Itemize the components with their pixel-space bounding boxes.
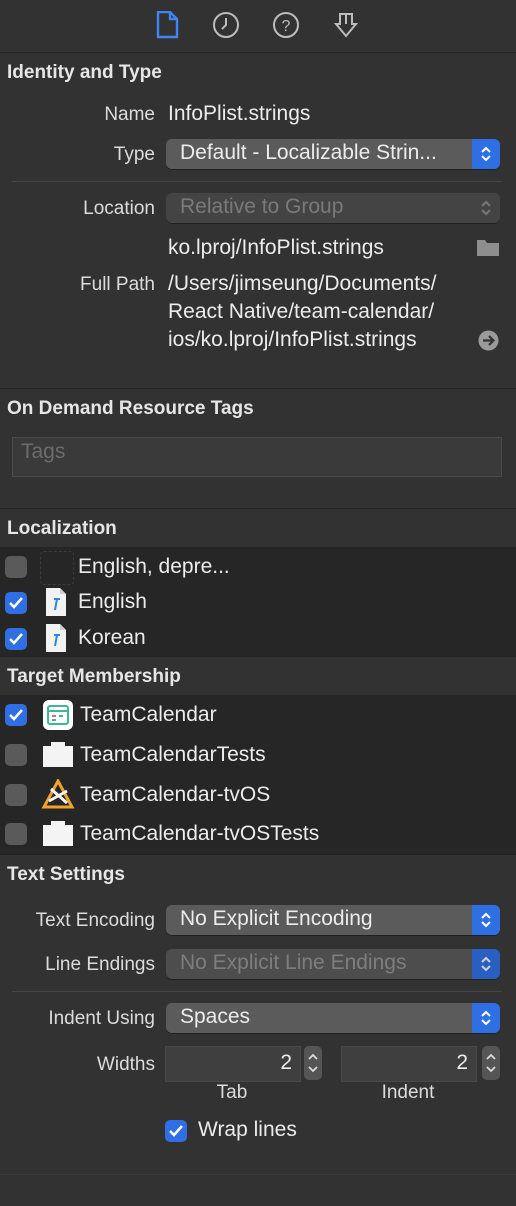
localization-label: English, depre... — [78, 555, 230, 578]
chevron-up-down-icon — [472, 905, 500, 935]
file-type-popup[interactable]: Default - Localizable Strin... — [166, 139, 500, 169]
indent-width-value: 2 — [456, 1051, 468, 1074]
chevron-up-down-icon — [472, 1003, 500, 1033]
tvos-app-icon — [41, 777, 75, 814]
location-value: Relative to Group — [180, 195, 344, 218]
target-label: TeamCalendar-tvOSTests — [80, 822, 320, 845]
target-label: TeamCalendarTests — [80, 743, 266, 766]
target-label: TeamCalendar-tvOS — [80, 783, 271, 806]
section-title-text-settings: Text Settings — [7, 864, 125, 885]
text-encoding-popup[interactable]: No Explicit Encoding — [166, 905, 500, 935]
localization-checkbox[interactable] — [5, 592, 27, 614]
localization-label: English — [78, 590, 147, 613]
tab-width-value: 2 — [280, 1051, 292, 1074]
identity-icon[interactable] — [331, 10, 361, 40]
test-bundle-icon — [42, 819, 74, 852]
file-name-value[interactable]: InfoPlist.strings — [168, 102, 310, 126]
full-path-line: ios/ko.lproj/InfoPlist.strings — [168, 328, 417, 351]
indent-using-value: Spaces — [180, 1005, 251, 1028]
section-divider — [0, 1174, 516, 1175]
type-label: Type — [113, 144, 155, 165]
line-endings-value: No Explicit Line Endings — [180, 951, 407, 974]
full-path-line: /Users/jimseung/Documents/ — [168, 272, 437, 295]
section-divider — [0, 508, 516, 509]
chevron-up-down-icon — [472, 949, 500, 979]
svg-text:?: ? — [282, 18, 291, 35]
section-divider — [0, 388, 516, 389]
file-inspector-icon[interactable] — [152, 10, 182, 40]
test-bundle-icon — [42, 740, 74, 773]
localization-checkbox[interactable] — [5, 556, 27, 578]
file-type-value: Default - Localizable Strin... — [180, 141, 437, 164]
wrap-lines-checkbox[interactable] — [165, 1120, 187, 1142]
tags-field[interactable]: Tags — [12, 437, 502, 477]
line-endings-label: Line Endings — [45, 954, 155, 975]
chevron-up-down-icon — [472, 139, 500, 169]
strings-file-icon — [44, 623, 68, 658]
tab-width-stepper[interactable] — [304, 1046, 322, 1080]
section-title-identity: Identity and Type — [7, 62, 162, 83]
reveal-in-finder-icon[interactable] — [478, 330, 499, 356]
target-checkbox[interactable] — [5, 823, 27, 845]
tab-caption: Tab — [216, 1082, 248, 1103]
help-icon[interactable]: ? — [271, 10, 301, 40]
target-label: TeamCalendar — [80, 703, 217, 726]
location-label: Location — [83, 198, 155, 219]
tab-width-field[interactable]: 2 — [165, 1046, 301, 1082]
full-path-line: React Native/team-calendar/ — [168, 300, 435, 323]
target-checkbox[interactable] — [5, 744, 27, 766]
folder-icon[interactable] — [476, 237, 500, 262]
section-divider — [0, 656, 516, 657]
divider — [12, 991, 502, 992]
section-title-localization: Localization — [7, 518, 117, 539]
tags-placeholder: Tags — [21, 440, 66, 463]
section-title-on-demand: On Demand Resource Tags — [7, 398, 254, 419]
strings-file-icon — [44, 587, 68, 622]
line-endings-popup[interactable]: No Explicit Line Endings — [166, 949, 500, 979]
target-checkbox[interactable] — [5, 784, 27, 806]
section-title-target-membership: Target Membership — [7, 666, 181, 687]
text-encoding-value: No Explicit Encoding — [180, 907, 373, 930]
localization-label: Korean — [78, 626, 146, 649]
indent-using-label: Indent Using — [48, 1008, 155, 1029]
target-checkbox[interactable] — [5, 704, 27, 726]
inspector-toolbar: ? — [0, 0, 516, 53]
location-popup: Relative to Group — [166, 193, 500, 223]
indent-caption: Indent — [381, 1082, 435, 1103]
chevron-up-down-icon — [472, 193, 500, 223]
name-label: Name — [104, 104, 155, 125]
history-icon[interactable] — [211, 10, 241, 40]
indent-using-popup[interactable]: Spaces — [166, 1003, 500, 1033]
localization-checkbox[interactable] — [5, 628, 27, 650]
section-divider — [0, 854, 516, 855]
full-path-label: Full Path — [80, 274, 155, 295]
divider — [12, 181, 502, 182]
widths-label: Widths — [96, 1054, 155, 1075]
calendar-app-icon — [42, 699, 74, 736]
empty-file-icon — [40, 551, 74, 585]
text-encoding-label: Text Encoding — [35, 910, 155, 931]
wrap-lines-label: Wrap lines — [198, 1118, 297, 1141]
indent-width-stepper[interactable] — [482, 1046, 500, 1080]
relative-path-value: ko.lproj/InfoPlist.strings — [168, 236, 384, 259]
indent-width-field[interactable]: 2 — [341, 1046, 477, 1082]
